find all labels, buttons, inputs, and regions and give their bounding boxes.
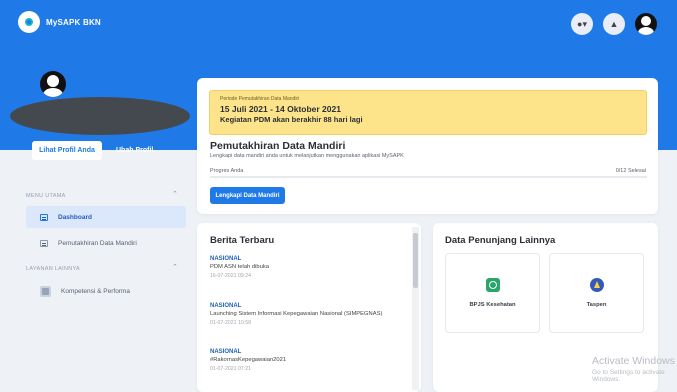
news-date: 16-07-2021 09:24: [210, 273, 251, 280]
bell-icon[interactable]: ▲: [603, 13, 625, 35]
tile-bpjs[interactable]: BPJS Kesehatan: [445, 253, 540, 333]
news-headline[interactable]: PDM ASN telah dibuka: [210, 264, 405, 271]
scrollbar-thumb[interactable]: [413, 233, 418, 288]
user-avatar-icon[interactable]: [635, 13, 657, 35]
tile-taspen[interactable]: Taspen: [549, 253, 644, 333]
progress-count: 0/12 Selesai: [615, 168, 646, 174]
watermark-title: Activate Windows: [592, 355, 675, 367]
header-actions: ●▾ ▲: [571, 13, 657, 35]
list-icon: [40, 213, 48, 221]
news-date: 01-07-2021 07:21: [210, 366, 251, 373]
sidebar-item-kompetensi[interactable]: Kompetensi & Performa: [26, 280, 186, 302]
tile-label: BPJS Kesehatan: [469, 302, 516, 308]
app-title: MySAPK BKN: [46, 17, 101, 27]
pdm-subtitle: Lengkapi data mandiri anda untuk melanju…: [210, 153, 404, 159]
chevron-up-icon[interactable]: ⌃: [172, 190, 178, 198]
notice-dates: 15 Juli 2021 - 14 Oktober 2021: [220, 104, 341, 114]
progress-label: Progres Anda: [210, 168, 244, 174]
news-category: NASIONAL: [210, 349, 242, 355]
news-headline[interactable]: #RakornasKepegawaian2021: [210, 357, 405, 364]
edit-profile-link[interactable]: Ubah Profil: [116, 141, 153, 160]
redacted-user-name: [10, 97, 190, 135]
progress-bar: [210, 176, 647, 178]
pdm-card: Periode Pemutakhiran Data Mandiri 15 Jul…: [197, 78, 658, 214]
news-title: Berita Terbaru: [210, 235, 275, 246]
sidebar-item-pemutakhiran[interactable]: Pemutakhiran Data Mandiri: [26, 232, 186, 254]
tile-label: Taspen: [586, 302, 607, 308]
list-item[interactable]: NASIONAL PDM ASN telah dibuka 16-07-2021…: [210, 256, 405, 279]
image-icon: [40, 285, 51, 297]
bpjs-icon: [485, 278, 500, 292]
period-notice: Periode Pemutakhiran Data Mandiri 15 Jul…: [209, 90, 647, 135]
chevron-up-icon[interactable]: ⌃: [172, 263, 178, 271]
sidebar-item-dashboard[interactable]: Dashboard: [26, 206, 186, 228]
taspen-icon: [589, 278, 604, 292]
sidebar-item-label: Kompetensi & Performa: [61, 287, 131, 295]
news-card: Berita Terbaru NASIONAL PDM ASN telah di…: [197, 223, 421, 392]
list-item[interactable]: NASIONAL Launching Sistem Informasi Kepe…: [210, 303, 405, 326]
news-headline[interactable]: Launching Sistem Informasi Kepegawaian N…: [210, 311, 405, 318]
sidebar-item-label: Pemutakhiran Data Mandiri: [58, 239, 137, 247]
watermark-subtitle: Go to Settings to activate Windows.: [592, 369, 665, 383]
profile-avatar-icon: [40, 71, 66, 97]
news-category: NASIONAL: [210, 256, 242, 262]
list-item[interactable]: NASIONAL #RakornasKepegawaian2021 01-07-…: [210, 349, 405, 372]
complete-data-button[interactable]: Lengkapi Data Mandiri: [210, 187, 285, 204]
sidebar-section-label-other: LAYANAN LAINNYA: [26, 266, 81, 272]
news-scrollbar[interactable]: [412, 227, 419, 390]
sidebar-item-label: Dashboard: [58, 213, 92, 221]
list-icon: [40, 239, 48, 247]
news-date: 01-07-2021 10:58: [210, 320, 251, 327]
logo-icon: [18, 11, 40, 33]
app-logo[interactable]: MySAPK BKN: [18, 11, 101, 33]
support-title: Data Penunjang Lainnya: [445, 235, 556, 246]
windows-activation-watermark: Activate Windows Go to Settings to activ…: [592, 355, 677, 383]
pdm-title: Pemutakhiran Data Mandiri: [210, 140, 346, 152]
view-profile-button[interactable]: Lihat Profil Anda: [32, 141, 102, 160]
notice-caption: Periode Pemutakhiran Data Mandiri: [220, 96, 300, 102]
notification-toggle-icon[interactable]: ●▾: [571, 13, 593, 35]
notice-warning: Kegiatan PDM akan berakhir 88 hari lagi: [220, 115, 363, 124]
sidebar-section-label-main: MENU UTAMA: [26, 193, 66, 199]
news-category: NASIONAL: [210, 303, 242, 309]
sidebar: MENU UTAMA ⌃ Dashboard Pemutakhiran Data…: [0, 168, 195, 392]
